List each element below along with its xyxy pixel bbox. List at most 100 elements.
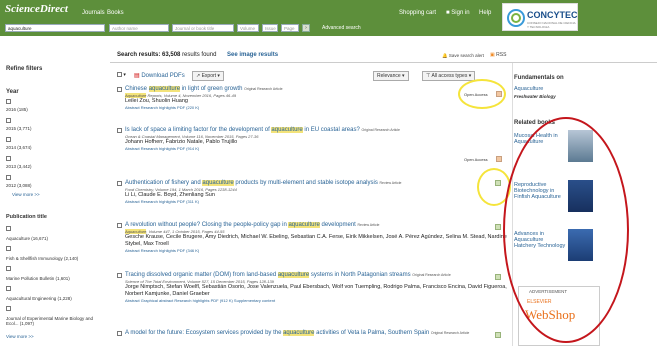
- pub-filter-item[interactable]: [6, 246, 11, 252]
- view-more-years-link[interactable]: View more >>: [12, 192, 40, 197]
- year-filter-item[interactable]: [6, 99, 11, 105]
- article-type: Original Research Article: [361, 128, 400, 132]
- result-title-link[interactable]: A revolution without people? Closing the…: [125, 222, 507, 229]
- checkbox[interactable]: [6, 118, 11, 124]
- download-pdfs-button[interactable]: ▤ Download PDFs: [134, 72, 185, 79]
- image-results-link[interactable]: See image results: [227, 52, 278, 58]
- sciencedirect-logo[interactable]: ScienceDirect: [5, 3, 68, 15]
- save-alert-link[interactable]: 🔔 Save search alert: [442, 53, 484, 59]
- save-alert-label: Save search alert: [448, 53, 484, 58]
- fundamentals-subtitle: Freshwater Biology: [514, 94, 556, 99]
- nav-journals[interactable]: Journals: [82, 10, 105, 16]
- article-type: Original Research Article: [430, 331, 470, 335]
- pub-filter-label: Fish & Shellfish Immunology (2,140): [6, 256, 79, 261]
- pub-filter-label: Journal of Experimental Marine Biology a…: [6, 316, 94, 326]
- pub-filter-item[interactable]: [6, 286, 11, 292]
- page-field[interactable]: Page: [281, 24, 299, 32]
- annotation-circle: [458, 79, 506, 109]
- checkbox[interactable]: [117, 181, 122, 186]
- pub-filter-label: Aquaculture (16,671): [6, 236, 49, 241]
- result-links[interactable]: Abstract Graphical abstract Research hig…: [125, 298, 507, 304]
- shopping-cart-link[interactable]: Shopping cart: [399, 10, 436, 16]
- checkbox[interactable]: [6, 266, 11, 272]
- search-icon: ›: [305, 25, 307, 31]
- checkbox[interactable]: [117, 87, 122, 92]
- checkbox[interactable]: [117, 223, 122, 228]
- checkbox[interactable]: [6, 137, 11, 143]
- result-authors: Gesche Krause, Cecile Brugere, Amy Diedr…: [125, 234, 507, 247]
- results-toolbar: ▾ ▤ Download PDFs ↗ Export ▾ Relevance ▾…: [117, 71, 507, 83]
- checkbox[interactable]: [6, 99, 11, 105]
- result-title-link[interactable]: Is lack of space a limiting factor for t…: [125, 127, 507, 134]
- result-title-link[interactable]: A model for the future: Ecosystem servic…: [125, 330, 507, 337]
- advanced-search-link[interactable]: Advanced search: [322, 25, 361, 31]
- checkbox[interactable]: [117, 273, 122, 278]
- download-label: Download PDFs: [141, 73, 185, 79]
- partner-logo: CONCYTEC CONSEJO NACIONAL DE CIENCIA Y T…: [502, 3, 578, 31]
- rss-label: RSS: [496, 52, 507, 58]
- year-filter-label: 2012 (3,088): [6, 183, 32, 188]
- article-type: Review Article: [357, 223, 380, 227]
- select-all-checkbox[interactable]: ▾: [117, 72, 126, 78]
- result-links[interactable]: Abstract Research highlights PDF (220 K): [125, 105, 507, 111]
- checkbox[interactable]: [117, 128, 122, 133]
- open-access-icon: [496, 156, 502, 162]
- nav-books[interactable]: Books: [107, 10, 124, 16]
- checkbox[interactable]: [6, 286, 11, 292]
- access-icon: [495, 274, 501, 280]
- pub-filter-item[interactable]: [6, 226, 11, 232]
- year-filter-item[interactable]: [6, 156, 11, 162]
- pdf-icon: ▤: [134, 73, 140, 79]
- export-button[interactable]: ↗ Export ▾: [192, 71, 224, 81]
- relevance-sort[interactable]: Relevance ▾: [373, 71, 409, 81]
- pub-filter-label: Aquacultural Engineering (1,228): [6, 296, 72, 301]
- result-title-link[interactable]: Chinese aquaculture in light of green gr…: [125, 86, 507, 93]
- view-more-pubs-link[interactable]: View more >>: [6, 334, 34, 339]
- title-text: systems in North Patagonian streams: [309, 272, 411, 278]
- partner-name: CONCYTEC: [527, 10, 578, 20]
- result-title-link[interactable]: Tracing dissolved organic matter (DOM) f…: [125, 272, 507, 279]
- refine-filters-heading: Refine filters: [6, 66, 43, 72]
- access-icon: [495, 224, 501, 230]
- search-input[interactable]: aquaculture: [5, 24, 105, 32]
- result-links[interactable]: Abstract Research highlights PDF (914 K): [125, 146, 507, 152]
- results-summary: Search results: 63,508 results found: [117, 52, 216, 58]
- rss-link[interactable]: ▣ RSS: [490, 52, 506, 58]
- checkbox[interactable]: [117, 331, 122, 336]
- year-filter-item[interactable]: [6, 175, 11, 181]
- pub-filter-item[interactable]: [6, 306, 11, 312]
- fundamentals-link[interactable]: Aquaculture: [514, 86, 543, 92]
- help-link[interactable]: Help: [479, 10, 491, 16]
- title-text: development: [319, 222, 356, 228]
- result-title-link[interactable]: Authentication of fishery and aquacultur…: [125, 180, 507, 187]
- journal-field[interactable]: Journal or book title: [172, 24, 234, 32]
- title-text: in EU coastal areas?: [302, 127, 360, 133]
- checkbox[interactable]: [117, 72, 122, 78]
- checkbox[interactable]: [6, 306, 11, 312]
- title-highlight: aquaculture: [283, 330, 315, 336]
- result-links[interactable]: Abstract Research highlights PDF (311 K): [125, 199, 507, 205]
- volume-field[interactable]: Volume: [237, 24, 259, 32]
- checkbox[interactable]: [6, 226, 11, 232]
- annotation-oval: [503, 117, 629, 343]
- title-text: Authentication of fishery and: [125, 180, 203, 186]
- result-authors: Johann Hofherr, Fabrizio Natale, Pablo T…: [125, 139, 238, 145]
- access-icon: [495, 332, 501, 338]
- year-filter-label: 2014 (3,674): [6, 145, 32, 150]
- year-filter-item[interactable]: [6, 118, 11, 124]
- concytec-emblem-icon: [507, 9, 525, 27]
- pub-filter-item[interactable]: [6, 266, 11, 272]
- export-icon: ↗: [196, 73, 201, 79]
- search-button[interactable]: ›: [302, 24, 310, 32]
- result-links[interactable]: Abstract Research highlights PDF (346 K): [125, 248, 507, 254]
- checkbox[interactable]: [6, 175, 11, 181]
- checkbox[interactable]: [6, 156, 11, 162]
- author-field[interactable]: Author name: [109, 24, 169, 32]
- fundamentals-heading: Fundamentals on: [514, 75, 564, 81]
- issue-field[interactable]: Issue: [262, 24, 278, 32]
- title-highlight: aquaculture: [277, 272, 310, 278]
- checkbox[interactable]: [6, 246, 11, 252]
- access-type-filter[interactable]: ⊤ All access types ▾: [422, 71, 476, 81]
- sign-in-link[interactable]: ■ Sign in: [446, 10, 470, 16]
- year-filter-item[interactable]: [6, 137, 11, 143]
